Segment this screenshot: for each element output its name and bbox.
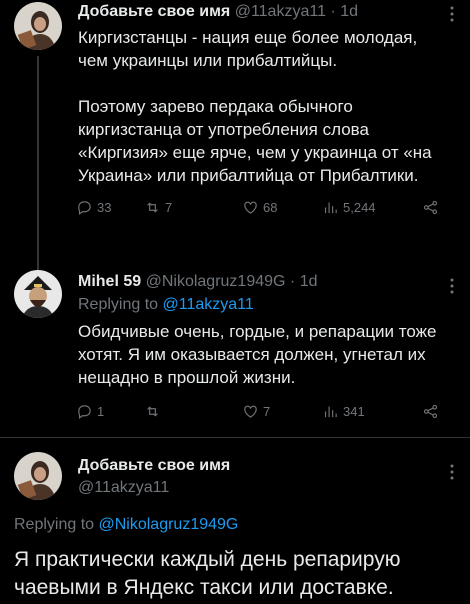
- separator: ·: [289, 273, 296, 290]
- tweet[interactable]: Mihel 59 @Nikolagruz1949G · 1d Replying …: [0, 268, 470, 421]
- author-handle[interactable]: @11akzya11: [78, 479, 169, 496]
- more-options-icon[interactable]: [448, 6, 456, 22]
- view-count: 341: [343, 403, 365, 419]
- author-name[interactable]: Mihel 59: [78, 273, 141, 290]
- separator: ·: [330, 3, 336, 20]
- views-icon: [324, 202, 337, 213]
- heart-icon: [244, 405, 257, 418]
- tweet-actions: 33 7 68 5,244: [76, 197, 440, 217]
- tweet-text: Киргизстанцы - нация еще более молодая, …: [78, 28, 432, 185]
- reply-button[interactable]: 33: [76, 199, 144, 216]
- reply-count: 33: [97, 199, 112, 215]
- like-count: 7: [263, 403, 271, 419]
- views-icon: [324, 406, 337, 417]
- replying-to-handle[interactable]: @Nikolagruz1949G: [99, 516, 239, 533]
- views-button[interactable]: 341: [322, 403, 422, 420]
- replying-to-label: Replying to: [14, 516, 95, 533]
- retweet-icon: [147, 405, 158, 417]
- retweet-count: 7: [165, 199, 173, 215]
- replying-to: Replying to @11akzya11: [78, 294, 440, 316]
- reply-button[interactable]: 1: [76, 403, 144, 420]
- share-button[interactable]: [422, 403, 439, 420]
- retweet-button[interactable]: [144, 403, 242, 420]
- author-handle[interactable]: @11akzya11: [235, 3, 326, 20]
- avatar[interactable]: [14, 2, 62, 50]
- tweet-actions: 1 7 341: [76, 401, 440, 421]
- retweet-icon: [147, 201, 158, 213]
- reply-icon: [78, 404, 91, 419]
- timestamp[interactable]: 1d: [300, 273, 318, 290]
- views-button[interactable]: 5,244: [322, 199, 422, 216]
- tweet-text: Я практически каждый день репарирую чаев…: [14, 548, 401, 599]
- more-options-icon[interactable]: [448, 278, 456, 294]
- focused-tweet[interactable]: Добавьте свое имя @11akzya11 Replying to…: [0, 452, 470, 602]
- share-icon: [423, 404, 438, 418]
- author-name[interactable]: Добавьте свое имя: [78, 3, 230, 20]
- replying-to-label: Replying to: [78, 296, 159, 313]
- author-name[interactable]: Добавьте свое имя: [78, 457, 230, 474]
- like-button[interactable]: 68: [242, 199, 322, 216]
- share-icon: [423, 200, 438, 214]
- tweet-text: Обидчивые очень, гордые, и репарации тож…: [78, 322, 442, 387]
- retweet-button[interactable]: 7: [144, 199, 242, 216]
- replying-to-handle[interactable]: @11akzya11: [163, 296, 254, 313]
- avatar[interactable]: [14, 452, 62, 500]
- more-options-icon[interactable]: [448, 464, 456, 480]
- author-handle[interactable]: @Nikolagruz1949G: [146, 273, 286, 290]
- avatar[interactable]: [14, 270, 62, 318]
- divider: [0, 437, 470, 438]
- timestamp[interactable]: 1d: [340, 3, 358, 20]
- heart-icon: [244, 201, 257, 214]
- share-button[interactable]: [422, 199, 439, 216]
- like-count: 68: [263, 199, 278, 215]
- like-button[interactable]: 7: [242, 403, 322, 420]
- reply-icon: [78, 200, 91, 215]
- view-count: 5,244: [343, 199, 376, 215]
- reply-count: 1: [97, 403, 105, 419]
- tweet[interactable]: Добавьте свое имя @11akzya11 · 1d Киргиз…: [0, 0, 470, 217]
- replying-to: Replying to @Nikolagruz1949G: [0, 508, 470, 536]
